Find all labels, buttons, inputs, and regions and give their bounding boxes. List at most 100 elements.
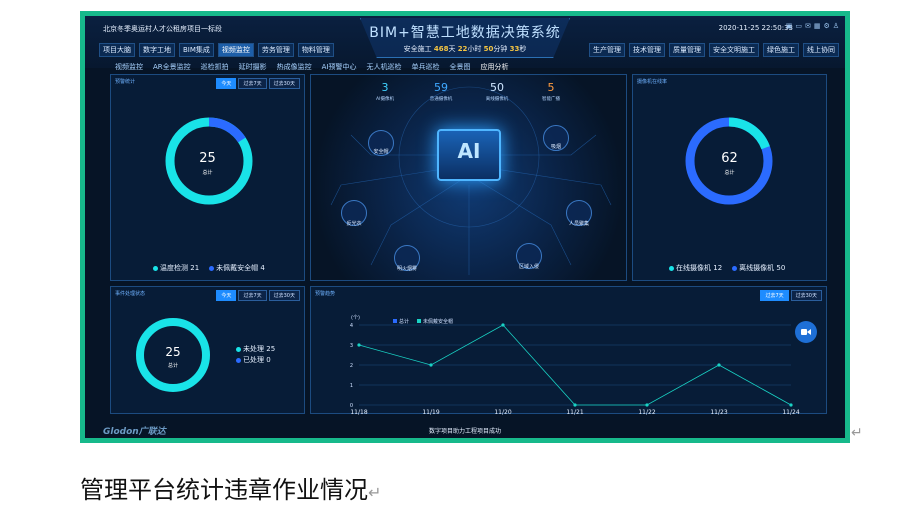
subnav-item[interactable]: 无人机巡检	[367, 62, 402, 72]
return-icon: ↵	[851, 425, 863, 441]
legend-item: 在线摄像机 12	[669, 263, 722, 273]
subnav-item[interactable]: 单兵巡检	[412, 62, 440, 72]
tab-today[interactable]: 今天	[216, 78, 237, 89]
legend-dot	[153, 265, 158, 271]
nav-item[interactable]: 物料管理	[297, 43, 334, 57]
circuit-line	[370, 174, 470, 266]
nav-item[interactable]: 劳务管理	[257, 43, 294, 57]
legend-dot	[236, 357, 241, 363]
safety-minutes: 50	[483, 45, 494, 53]
alarm-panel-title: 预警统计	[115, 79, 136, 85]
footer-text: 数字项目助力工程项目成功	[428, 428, 501, 435]
tab-today[interactable]: 今天	[216, 290, 237, 301]
ai-chip-label: AI	[457, 139, 481, 163]
alarm-legend: 温度检测 21 未佩戴安全帽 4	[153, 263, 265, 273]
ai-chip: AI	[437, 129, 501, 181]
data-point	[573, 403, 577, 407]
event-panel: 事件处理状态 今天 过去7天 过去30天 25 总计 未处理 25 已处理 0	[110, 286, 305, 414]
tab-7days[interactable]: 过去7天	[238, 290, 267, 301]
data-point	[717, 363, 721, 367]
legend-item: 温度检测 21	[153, 263, 199, 273]
top-bar: 北京冬季奥运村人才公租房项目一标段 BIM+智慧工地数据决策系统 安全施工 46…	[85, 16, 845, 68]
legend-item: 未处理 25	[236, 344, 275, 355]
video-call-button[interactable]	[795, 321, 817, 343]
subnav-item-active[interactable]: 应用分析	[481, 62, 509, 72]
monitor-icon[interactable]: ▭	[795, 22, 802, 30]
legend-dot	[732, 265, 738, 271]
legend-value: 50	[776, 264, 786, 272]
data-point	[429, 363, 433, 367]
screen-icon[interactable]: ▣	[786, 22, 793, 30]
data-point	[501, 323, 505, 327]
subnav-item[interactable]: 延时摄影	[239, 62, 267, 72]
event-total-label: 总计	[167, 363, 178, 369]
tab-30days[interactable]: 过去30天	[268, 78, 300, 89]
safety-seconds: 33	[509, 45, 520, 53]
nav-item[interactable]: 数字工地	[139, 43, 175, 57]
legend-swatch	[393, 319, 397, 323]
message-icon[interactable]: ✉	[805, 22, 811, 30]
subnav-item[interactable]: 热成像监控	[277, 62, 312, 72]
x-tick-label: 11/19	[422, 409, 439, 415]
node-label: 人员聚集	[568, 221, 589, 227]
subnav-item[interactable]: 视频监控	[115, 62, 143, 72]
x-tick-label: 11/24	[782, 409, 799, 415]
subnav-item[interactable]: 全景图	[450, 62, 471, 72]
node-label: 安全帽	[373, 149, 389, 155]
subnav-item[interactable]: AI预警中心	[322, 62, 357, 72]
legend-dot	[209, 265, 215, 271]
nav-item[interactable]: 质量管理	[669, 43, 705, 57]
data-point	[357, 343, 361, 347]
legend-value: 12	[713, 264, 723, 272]
legend-item: 离线摄像机 50	[732, 263, 785, 273]
safety-hours-unit: 小时	[467, 45, 482, 53]
nav-item-active[interactable]: 视频监控	[217, 43, 254, 57]
legend-label: 温度检测	[160, 264, 188, 272]
caption-text: 管理平台统计违章作业情况	[80, 476, 368, 504]
event-tabs: 今天 过去7天 过去30天	[216, 290, 300, 301]
sub-nav: 视频监控 AR全景监控 巡检抓拍 延时摄影 热成像监控 AI预警中心 无人机巡检…	[115, 62, 509, 72]
nav-item[interactable]: 安全文明施工	[709, 43, 759, 57]
nav-item[interactable]: 技术管理	[629, 43, 665, 57]
legend-label: 已处理	[243, 356, 264, 364]
settings-icon[interactable]: ⚙	[823, 22, 829, 30]
video-icon	[801, 329, 811, 335]
tab-7days[interactable]: 过去7天	[238, 78, 267, 89]
camera-panel: 摄像机在线率 62 总计 在线摄像机 12 离线摄像机 50	[632, 74, 827, 281]
legend-item: 未佩戴安全帽 4	[209, 263, 265, 273]
subnav-item[interactable]: AR全景监控	[153, 62, 191, 72]
safety-prefix: 安全施工	[403, 45, 432, 53]
caption: 管理平台统计违章作业情况↵	[80, 470, 381, 505]
camera-legend: 在线摄像机 12 离线摄像机 50	[669, 263, 785, 273]
node-label: 吸烟	[550, 144, 561, 150]
camera-panel-title: 摄像机在线率	[637, 79, 668, 85]
grid-icon[interactable]: ▦	[814, 22, 821, 30]
nav-left: 项目大脑 数字工地 BIM集成 视频监控 劳务管理 物料管理	[99, 43, 334, 57]
nav-item[interactable]: BIM集成	[179, 43, 214, 57]
safety-days: 468	[433, 45, 449, 53]
y-tick-label: 3	[350, 343, 353, 349]
safety-days-unit: 天	[448, 45, 456, 53]
data-point	[789, 403, 793, 407]
x-tick-label: 11/18	[350, 409, 367, 415]
safety-minutes-unit: 分钟	[493, 45, 508, 53]
nav-item[interactable]: 生产管理	[589, 43, 625, 57]
x-tick-label: 11/23	[710, 409, 727, 415]
legend-value: 25	[266, 345, 276, 353]
user-icon[interactable]: ♙	[833, 22, 839, 30]
event-panel-title: 事件处理状态	[115, 291, 146, 297]
nav-item[interactable]: 线上协同	[803, 43, 839, 57]
dashboard: 北京冬季奥运村人才公租房项目一标段 BIM+智慧工地数据决策系统 安全施工 46…	[85, 16, 845, 438]
x-tick-label: 11/22	[638, 409, 655, 415]
legend-swatch	[417, 319, 421, 323]
legend-value: 0	[266, 356, 271, 364]
tab-30days[interactable]: 过去30天	[268, 290, 300, 301]
nav-item[interactable]: 项目大脑	[99, 43, 135, 57]
ai-center-panel: 3 AI摄像机 59 普通摄像机 50 离线摄像机 5 智能广播 AI 安全帽 …	[310, 74, 627, 281]
y-tick-label: 1	[350, 383, 353, 389]
trend-chart: (个)0123411/18 11/19 11/20 11/21 11/22 11/23 11…	[350, 315, 800, 415]
alarm-panel: 预警统计 今天 过去7天 过去30天 25 总计 温度检测 21 未佩戴安全帽 …	[110, 74, 305, 281]
node-label: 明火烟雾	[396, 266, 417, 272]
subnav-item[interactable]: 巡检抓拍	[201, 62, 229, 72]
nav-item[interactable]: 绿色施工	[763, 43, 799, 57]
